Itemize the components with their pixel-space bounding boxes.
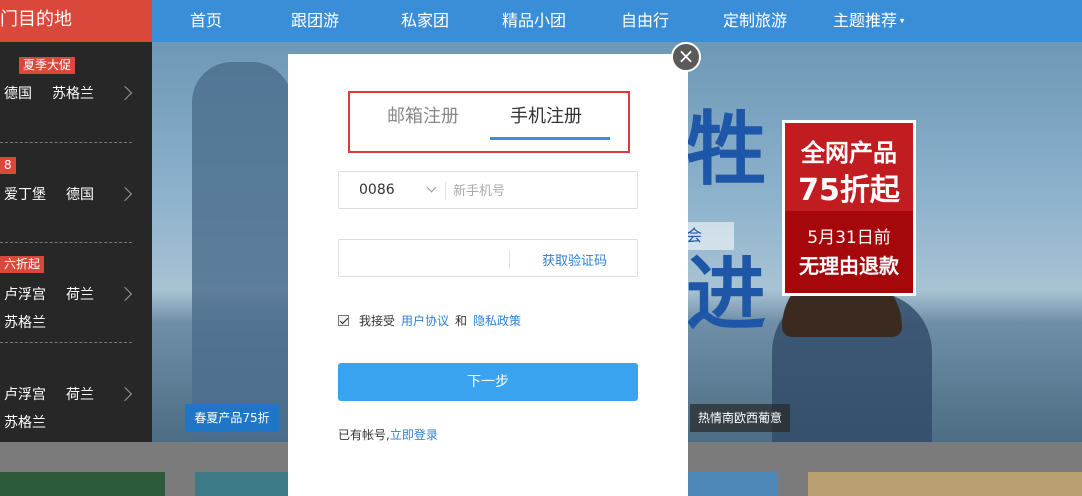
phone-number-input[interactable] (453, 180, 633, 202)
next-step-button[interactable]: 下一步 (338, 363, 638, 401)
agreement-row: 我接受 用户协议 和 隐私政策 (338, 312, 527, 329)
privacy-policy-link[interactable]: 隐私政策 (473, 312, 521, 329)
field-separator (445, 182, 446, 200)
register-modal: 邮箱注册 手机注册 0086 获取验证码 我接受 用户协议 和 隐私政策 下一步… (288, 54, 688, 496)
agree-and: 和 (455, 314, 468, 328)
close-icon[interactable]: × (671, 42, 701, 72)
user-agreement-link[interactable]: 用户协议 (401, 312, 449, 329)
agree-checkbox[interactable] (338, 315, 349, 326)
field-separator (509, 250, 510, 268)
agree-prefix: 我接受 (359, 314, 396, 328)
login-now-link[interactable]: 立即登录 (390, 428, 438, 442)
phone-field: 0086 (338, 171, 638, 209)
country-code-select[interactable]: 0086 (359, 182, 395, 198)
active-tab-underline (490, 137, 610, 140)
chevron-down-icon[interactable] (426, 182, 437, 193)
verification-code-input[interactable] (347, 248, 507, 270)
login-prompt: 已有帐号,立即登录 (338, 426, 438, 443)
tab-phone-register[interactable]: 手机注册 (510, 102, 582, 128)
verification-code-field: 获取验证码 (338, 239, 638, 277)
have-account-text: 已有帐号, (338, 428, 390, 442)
get-code-button[interactable]: 获取验证码 (542, 250, 607, 269)
tab-email-register[interactable]: 邮箱注册 (387, 102, 459, 128)
